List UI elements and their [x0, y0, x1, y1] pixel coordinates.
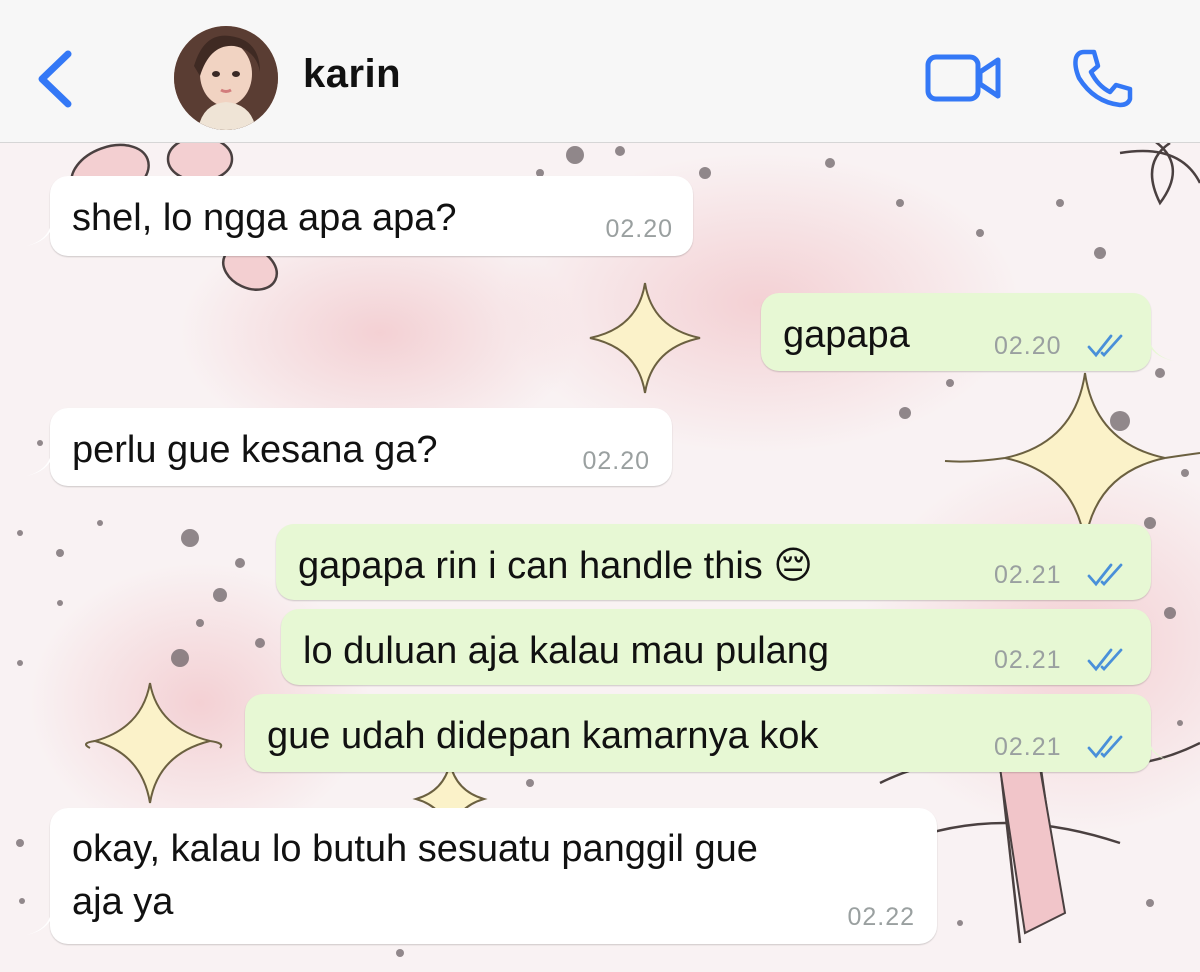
- message-text: gue udah didepan kamarnya kok: [267, 715, 819, 757]
- message-text: gapapa: [783, 314, 910, 356]
- bubble-tail: [26, 913, 54, 935]
- contact-name[interactable]: karin: [303, 52, 401, 97]
- message-text: gapapa rin i can handle this 😔: [298, 545, 813, 587]
- chevron-left-icon: [38, 50, 72, 108]
- message-text: perlu gue kesana ga?: [72, 429, 438, 471]
- message-text-line-1: okay, kalau lo butuh sesuatu panggil gue: [72, 828, 758, 870]
- read-receipt-icon: [1087, 563, 1123, 587]
- message-time: 02.20: [582, 447, 650, 475]
- bubble-tail: [26, 224, 54, 246]
- message-time: 02.20: [605, 215, 673, 243]
- message-outgoing[interactable]: gapapa 02.20: [761, 293, 1151, 371]
- message-time: 02.21: [994, 561, 1062, 589]
- message-list[interactable]: shel, lo ngga apa apa? 02.20 gapapa 02.2…: [0, 143, 1200, 972]
- message-time: 02.21: [994, 646, 1062, 674]
- read-receipt-icon: [1087, 735, 1123, 759]
- message-outgoing[interactable]: gue udah didepan kamarnya kok 02.21: [245, 694, 1151, 772]
- read-receipt-icon: [1087, 648, 1123, 672]
- message-outgoing[interactable]: lo duluan aja kalau mau pulang 02.21: [281, 609, 1151, 685]
- bubble-tail: [26, 454, 54, 476]
- back-button[interactable]: [30, 46, 80, 112]
- message-outgoing[interactable]: gapapa rin i can handle this 😔 02.21: [276, 524, 1151, 600]
- bubble-tail: [1146, 339, 1174, 361]
- video-call-button[interactable]: [924, 52, 1002, 104]
- message-text: lo duluan aja kalau mau pulang: [303, 630, 830, 672]
- contact-avatar[interactable]: [174, 26, 278, 130]
- phone-icon: [1073, 49, 1133, 108]
- read-receipt-icon: [1087, 334, 1123, 358]
- message-incoming[interactable]: shel, lo ngga apa apa? 02.20: [50, 176, 693, 256]
- message-incoming[interactable]: okay, kalau lo butuh sesuatu panggil gue…: [50, 808, 937, 944]
- message-text: shel, lo ngga apa apa?: [72, 197, 457, 239]
- avatar-photo: [174, 26, 278, 130]
- message-time: 02.21: [994, 733, 1062, 761]
- message-time: 02.20: [994, 332, 1062, 360]
- message-time: 02.22: [847, 903, 915, 931]
- bubble-tail: [1146, 740, 1174, 762]
- chat-header: karin: [0, 0, 1200, 143]
- video-camera-icon: [925, 54, 1001, 102]
- voice-call-button[interactable]: [1070, 48, 1134, 108]
- message-incoming[interactable]: perlu gue kesana ga? 02.20: [50, 408, 672, 486]
- message-text-line-2: aja ya: [72, 881, 174, 923]
